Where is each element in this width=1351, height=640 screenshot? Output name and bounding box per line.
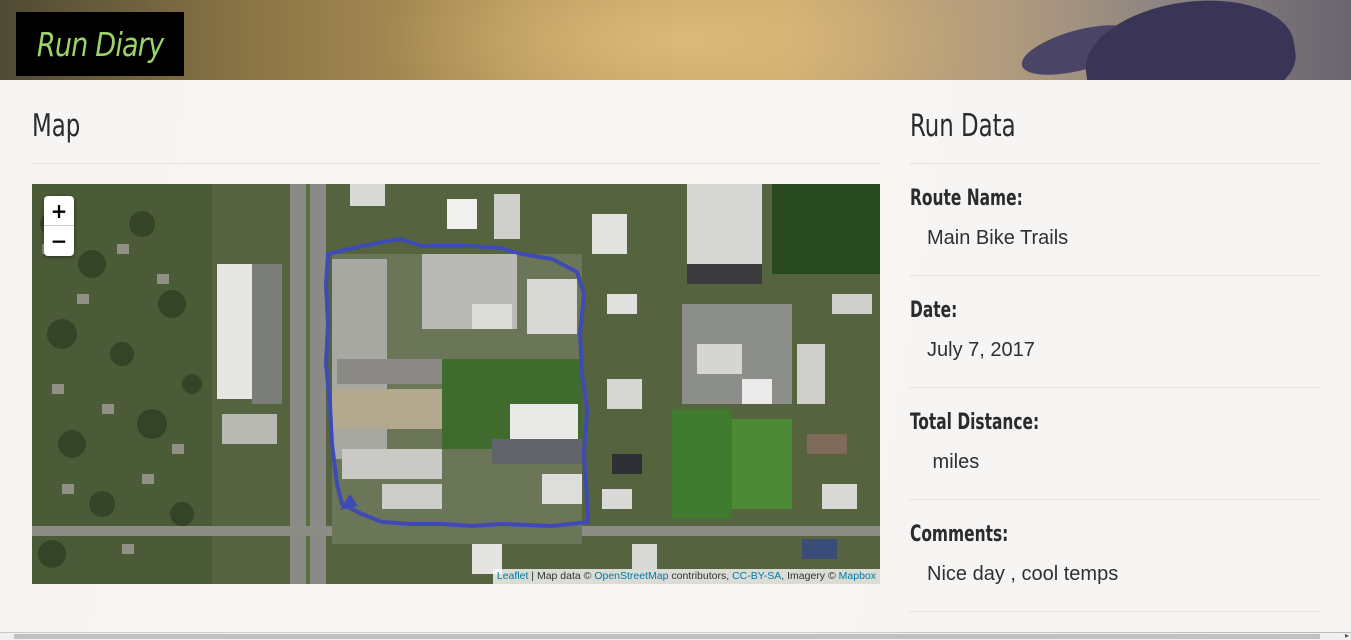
attribution-text-2: contributors, bbox=[668, 570, 733, 582]
map-heading-divider bbox=[32, 163, 880, 164]
openstreetmap-link[interactable]: OpenStreetMap bbox=[594, 570, 668, 582]
comments-label: Comments: bbox=[910, 522, 1009, 547]
zoom-out-button[interactable]: − bbox=[44, 226, 74, 256]
scroll-right-arrow-icon[interactable]: ▸ bbox=[1345, 631, 1349, 640]
field-divider bbox=[910, 387, 1320, 388]
mapbox-link[interactable]: Mapbox bbox=[839, 570, 876, 582]
logo-text: Run Diary bbox=[36, 24, 164, 64]
map-heading: Map bbox=[32, 108, 81, 144]
attribution-text-3: , Imagery © bbox=[781, 570, 839, 582]
license-link[interactable]: CC-BY-SA bbox=[732, 570, 781, 582]
route-name-label: Route Name: bbox=[910, 186, 1023, 211]
field-divider bbox=[910, 275, 1320, 276]
run-data-heading: Run Data bbox=[910, 108, 1016, 144]
banner-runner-cap bbox=[1078, 0, 1302, 80]
banner-glow bbox=[380, 0, 980, 80]
zoom-in-button[interactable]: + bbox=[44, 196, 74, 226]
header-banner: Run Diary bbox=[0, 0, 1351, 80]
leaflet-link[interactable]: Leaflet bbox=[497, 570, 529, 582]
attribution-text-1: | Map data © bbox=[528, 570, 595, 582]
date-value: July 7, 2017 bbox=[927, 339, 1035, 361]
scrollbar-thumb[interactable] bbox=[14, 634, 1320, 639]
date-label: Date: bbox=[910, 298, 958, 323]
site-logo[interactable]: Run Diary bbox=[16, 12, 184, 76]
comments-value: Nice day , cool temps bbox=[927, 563, 1119, 585]
zoom-control: + − bbox=[44, 196, 74, 256]
field-divider bbox=[910, 611, 1320, 612]
horizontal-scrollbar[interactable]: ▸ bbox=[0, 631, 1351, 640]
total-distance-label: Total Distance: bbox=[910, 410, 1040, 435]
field-divider bbox=[910, 499, 1320, 500]
satellite-imagery bbox=[32, 184, 880, 584]
route-name-value: Main Bike Trails bbox=[927, 227, 1069, 249]
content-panel: Map Run Data + − Leaflet | Map data © Op… bbox=[0, 80, 1351, 632]
run-data-heading-divider bbox=[910, 163, 1320, 164]
total-distance-value: miles bbox=[927, 451, 980, 473]
map-attribution: Leaflet | Map data © OpenStreetMap contr… bbox=[492, 569, 880, 584]
route-map[interactable]: + − Leaflet | Map data © OpenStreetMap c… bbox=[32, 184, 880, 584]
